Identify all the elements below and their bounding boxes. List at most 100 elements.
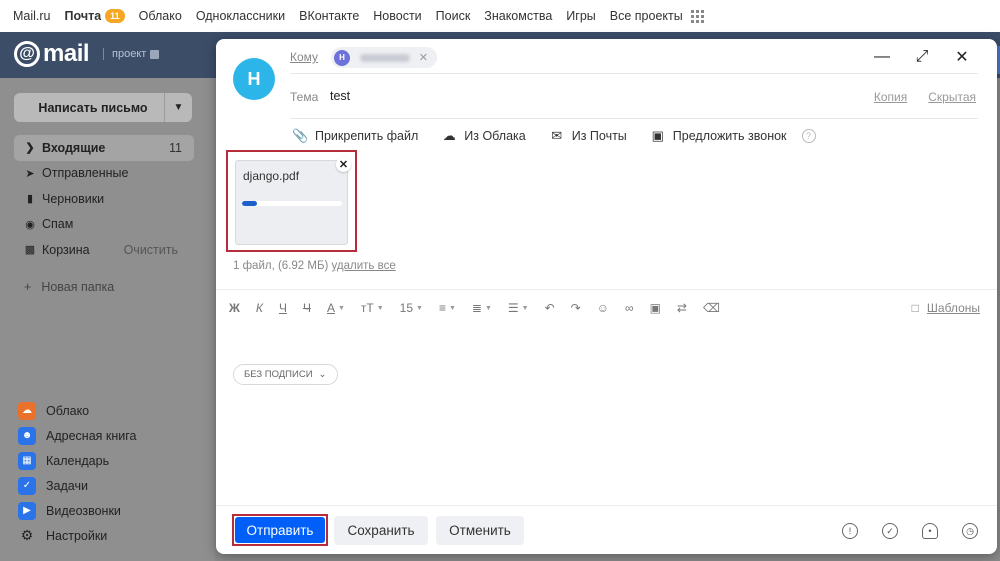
close-icon[interactable]: ✕	[953, 47, 971, 67]
folder-inbox[interactable]: ❯ Входящие 11	[14, 135, 194, 161]
image-button[interactable]: ▣	[650, 301, 661, 315]
all-projects-label: Все проекты	[609, 9, 683, 23]
from-mail-button[interactable]: ✉ Из Почты	[549, 128, 627, 144]
chevron-down-icon: ▼	[376, 304, 384, 312]
folder-sent[interactable]: ➤ Отправленные	[14, 161, 194, 187]
topbar-link-mail[interactable]: Почта 11	[65, 9, 125, 23]
recipient-email-redacted	[360, 53, 410, 62]
subject-divider	[290, 118, 978, 119]
cloud-icon: ☁	[18, 401, 36, 420]
redo-button[interactable]: ↷	[571, 301, 581, 315]
indent-button[interactable]: ≣ ▼	[472, 301, 492, 315]
schedule-clock-icon[interactable]: ◷	[962, 523, 978, 539]
link-button[interactable]: ∞	[625, 301, 634, 315]
signature-select[interactable]: БЕЗ ПОДПИСИ ⌄	[233, 364, 338, 385]
to-label[interactable]: Кому	[290, 50, 318, 64]
expand-icon[interactable]: ⤢	[913, 48, 931, 66]
project-icon	[150, 49, 160, 59]
new-folder-button[interactable]: + Новая папка	[24, 280, 114, 294]
translate-icon: ⇄	[676, 301, 687, 315]
mail-unread-badge: 11	[105, 9, 125, 23]
folder-trash[interactable]: ▩ Корзина Очистить	[14, 237, 194, 263]
folder-list: ❯ Входящие 11 ➤ Отправленные ▮ Черновики…	[14, 135, 194, 263]
font-color-button[interactable]: А ▼	[327, 301, 345, 315]
topbar-link-all-projects[interactable]: Все проекты	[610, 9, 704, 23]
service-tasks[interactable]: ✓ Задачи	[18, 473, 136, 498]
mail-logo[interactable]: @ mail проект	[14, 40, 160, 68]
delete-all-link[interactable]: удалить все	[332, 260, 396, 272]
list-button[interactable]: ☰ ▼	[508, 301, 529, 315]
suggest-call-button[interactable]: ▣ Предложить звонок	[650, 128, 787, 144]
bold-button[interactable]: Ж	[229, 301, 240, 315]
templates-button[interactable]: □ Шаблоны	[912, 301, 980, 315]
chevron-down-icon[interactable]: ▼	[164, 93, 192, 122]
strikethrough-button[interactable]: Ч	[303, 301, 311, 315]
font-color-label: А	[326, 301, 335, 315]
compose-button[interactable]: Написать письмо ▼	[14, 93, 192, 122]
undo-icon: ↶	[544, 301, 555, 315]
topbar-link-search[interactable]: Поиск	[436, 9, 471, 23]
translate-button[interactable]: ⇄	[677, 301, 687, 315]
save-button[interactable]: Сохранить	[334, 516, 428, 545]
emoji-button[interactable]: ☺	[597, 301, 609, 315]
italic-button[interactable]: К	[256, 301, 263, 315]
attach-file-button[interactable]: 📎 Прикрепить файл	[292, 128, 418, 144]
importance-icon[interactable]: !	[842, 523, 858, 539]
service-calendar[interactable]: ▦ Календарь	[18, 448, 136, 473]
topbar-link-vk[interactable]: ВКонтакте	[299, 9, 359, 23]
topbar-link-games[interactable]: Игры	[566, 9, 595, 23]
redo-icon: ↷	[570, 301, 581, 315]
font-size-select[interactable]: 15 ▼	[400, 301, 423, 315]
topbar-link-mailru[interactable]: Mail.ru	[13, 9, 51, 23]
service-address-book[interactable]: ☻ Адресная книга	[18, 423, 136, 448]
emoji-icon: ☺	[596, 301, 609, 315]
logo-at-icon: @	[14, 41, 40, 67]
align-button[interactable]: ≡ ▼	[439, 301, 456, 315]
folder-spam[interactable]: ◉ Спам	[14, 212, 194, 238]
compose-dialog: H Кому H ✕ — ⤢ ✕ Тема test Копия Скрытая…	[216, 39, 997, 554]
help-icon[interactable]: ?	[801, 129, 816, 143]
attachment-summary-text: 1 файл, (6.92 МБ)	[233, 260, 329, 272]
service-cloud[interactable]: ☁ Облако	[18, 398, 136, 423]
from-mail-label: Из Почты	[571, 129, 627, 143]
reminder-bell-icon[interactable]: •	[922, 523, 938, 539]
topbar-link-news[interactable]: Новости	[373, 9, 421, 23]
underline-button[interactable]: Ч	[279, 301, 287, 315]
upload-progress-fill	[242, 201, 257, 206]
cancel-button[interactable]: Отменить	[436, 516, 524, 545]
send-button[interactable]: Отправить	[235, 517, 325, 543]
bcc-link[interactable]: Скрытая	[928, 90, 976, 104]
window-controls: — ⤢ ✕	[873, 47, 971, 67]
chevron-down-icon: ⌄	[318, 369, 327, 380]
recipient-chip[interactable]: H ✕	[331, 47, 437, 68]
indent-icon: ≣	[471, 301, 482, 315]
service-label: Задачи	[46, 478, 88, 493]
topbar-link-ok[interactable]: Одноклассники	[196, 9, 285, 23]
remove-recipient-icon[interactable]: ✕	[419, 51, 428, 64]
subject-label: Тема	[290, 90, 319, 104]
clear-format-button[interactable]: ⌫	[703, 301, 720, 315]
list-icon: ☰	[507, 301, 519, 315]
paperclip-icon: 📎	[292, 128, 309, 143]
subject-input[interactable]: test	[330, 89, 350, 103]
folder-drafts[interactable]: ▮ Черновики	[14, 186, 194, 212]
empty-trash-link[interactable]: Очистить	[124, 243, 178, 257]
service-settings[interactable]: ⚙ Настройки	[18, 523, 136, 548]
from-cloud-label: Из Облака	[464, 129, 526, 143]
eraser-icon: ⌫	[702, 301, 720, 315]
mail-icon: ✉	[551, 128, 563, 143]
trash-icon: ▩	[24, 244, 36, 257]
topbar-link-dating[interactable]: Знакомства	[484, 9, 552, 23]
receipt-icon[interactable]: ✓	[882, 523, 898, 539]
from-cloud-button[interactable]: ☁ Из Облака	[441, 128, 526, 144]
service-video-calls[interactable]: ▶ Видеозвонки	[18, 498, 136, 523]
undo-button[interactable]: ↶	[545, 301, 555, 315]
cc-link[interactable]: Копия	[874, 90, 907, 104]
plus-icon: +	[24, 280, 32, 294]
minimize-icon[interactable]: —	[873, 48, 891, 66]
remove-attachment-icon[interactable]: ✕	[336, 157, 351, 172]
attachment-card[interactable]: django.pdf	[235, 160, 348, 245]
compose-label: Написать письмо	[38, 100, 148, 115]
font-style-button[interactable]: тТ ▼	[361, 301, 384, 315]
topbar-link-cloud[interactable]: Облако	[139, 9, 182, 23]
